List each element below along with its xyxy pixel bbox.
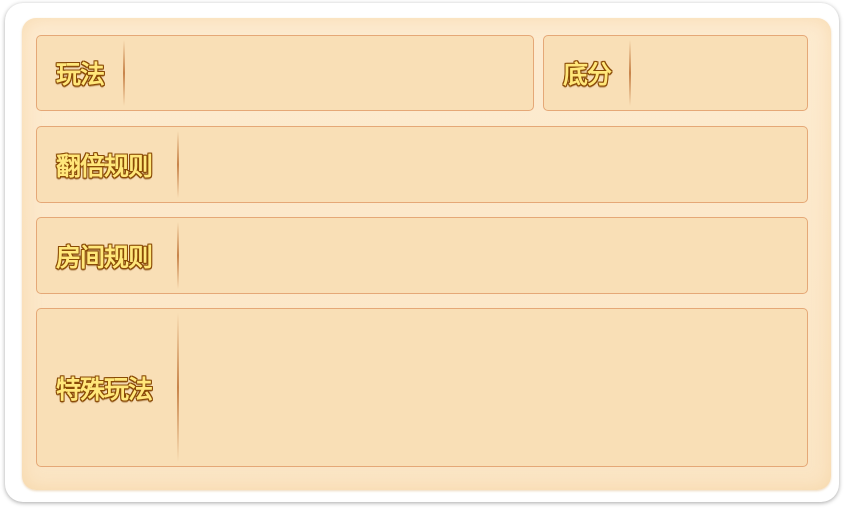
room-rule-label: 房间规则 (56, 242, 153, 272)
base-score-value (633, 36, 807, 110)
special-row: 特殊玩法 (36, 308, 808, 467)
multiplier-divider (177, 131, 179, 198)
special-value (181, 309, 807, 466)
room-rule-value (181, 218, 807, 293)
multiplier-label: 翻倍规则 (56, 151, 153, 181)
room-rule-divider (177, 222, 179, 289)
special-divider (177, 313, 179, 462)
base-score-row: 底分 (543, 35, 808, 111)
mode-value (127, 36, 533, 110)
special-label: 特殊玩法 (56, 374, 153, 404)
multiplier-value (181, 127, 807, 202)
multiplier-row: 翻倍规则 (36, 126, 808, 203)
base-score-label: 底分 (563, 60, 612, 89)
mode-label: 玩法 (56, 60, 105, 89)
base-score-divider (629, 40, 631, 106)
room-rule-row: 房间规则 (36, 217, 808, 294)
mode-row: 玩法 (36, 35, 534, 111)
mode-divider (123, 40, 125, 106)
